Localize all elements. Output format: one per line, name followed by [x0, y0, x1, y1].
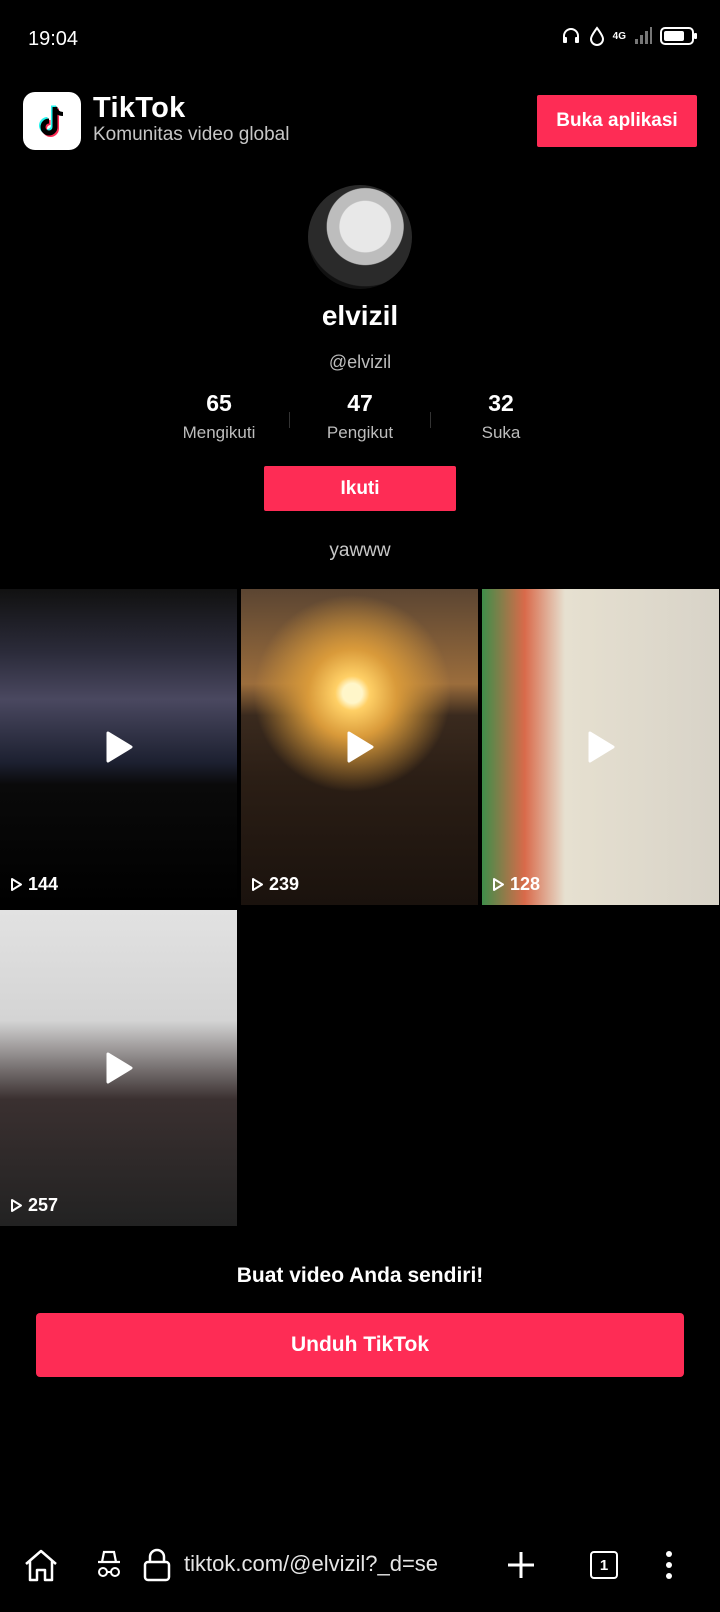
- bio: yawww: [329, 540, 391, 561]
- view-count: 257: [10, 1195, 58, 1216]
- play-outline-icon: [493, 878, 504, 891]
- tab-count: 1: [599, 1556, 609, 1574]
- status-time: 19:04: [28, 28, 79, 50]
- drop-icon: [589, 26, 604, 46]
- download-tiktok-button[interactable]: Unduh TikTok: [36, 1313, 684, 1377]
- battery-icon: [660, 27, 697, 45]
- stat-label: Pengikut: [326, 423, 394, 442]
- incognito-icon[interactable]: [92, 1548, 126, 1582]
- stat-divider: [289, 412, 290, 428]
- stat-value: 32: [488, 390, 514, 416]
- view-count: 128: [492, 874, 540, 895]
- stat-value: 47: [347, 390, 373, 416]
- play-icon: [106, 1052, 132, 1084]
- stat-label: Suka: [481, 423, 521, 442]
- view-count-value: 239: [269, 874, 300, 894]
- play-outline-icon: [11, 878, 22, 891]
- stat-divider: [430, 412, 431, 428]
- signal-icon: [635, 27, 652, 44]
- video-thumbnail[interactable]: 257: [0, 910, 237, 1226]
- handle: @elvizil: [328, 352, 392, 372]
- new-tab-icon[interactable]: [506, 1550, 536, 1580]
- play-icon: [347, 731, 373, 763]
- network-label: 4G: [612, 30, 626, 42]
- headset-icon: [562, 28, 579, 43]
- view-count-value: 128: [510, 874, 541, 894]
- open-app-button[interactable]: Buka aplikasi: [537, 95, 697, 147]
- stat-followers[interactable]: 47 Pengikut: [295, 390, 425, 443]
- home-icon[interactable]: [22, 1548, 60, 1584]
- play-icon: [588, 731, 614, 763]
- follow-button[interactable]: Ikuti: [264, 466, 456, 511]
- display-name: elvizil: [321, 300, 399, 331]
- app-name: TikTok: [93, 92, 186, 124]
- view-count: 144: [10, 874, 58, 895]
- play-outline-icon: [11, 1199, 22, 1212]
- play-outline-icon: [252, 878, 263, 891]
- video-thumbnail[interactable]: 144: [0, 589, 237, 905]
- video-thumbnail[interactable]: 128: [482, 589, 719, 905]
- status-icons: 4G: [561, 26, 698, 46]
- view-count-value: 257: [28, 1195, 59, 1215]
- lock-icon[interactable]: [142, 1548, 172, 1582]
- avatar[interactable]: [308, 185, 412, 289]
- view-count-value: 144: [28, 874, 59, 894]
- stat-likes: 32 Suka: [436, 390, 566, 443]
- cta-text: Buat video Anda sendiri!: [236, 1264, 484, 1287]
- app-tagline: Komunitas video global: [93, 124, 290, 145]
- video-thumbnail[interactable]: 239: [241, 589, 478, 905]
- tab-switcher-button[interactable]: 1: [590, 1551, 618, 1579]
- tiktok-logo-icon[interactable]: [23, 92, 81, 150]
- stat-label: Mengikuti: [182, 423, 256, 442]
- url-bar[interactable]: tiktok.com/@elvizil?_d=se: [184, 1551, 438, 1577]
- more-menu-icon[interactable]: [664, 1550, 674, 1580]
- view-count: 239: [251, 874, 299, 895]
- play-icon: [106, 731, 132, 763]
- stat-following[interactable]: 65 Mengikuti: [154, 390, 284, 443]
- stat-value: 65: [206, 390, 232, 416]
